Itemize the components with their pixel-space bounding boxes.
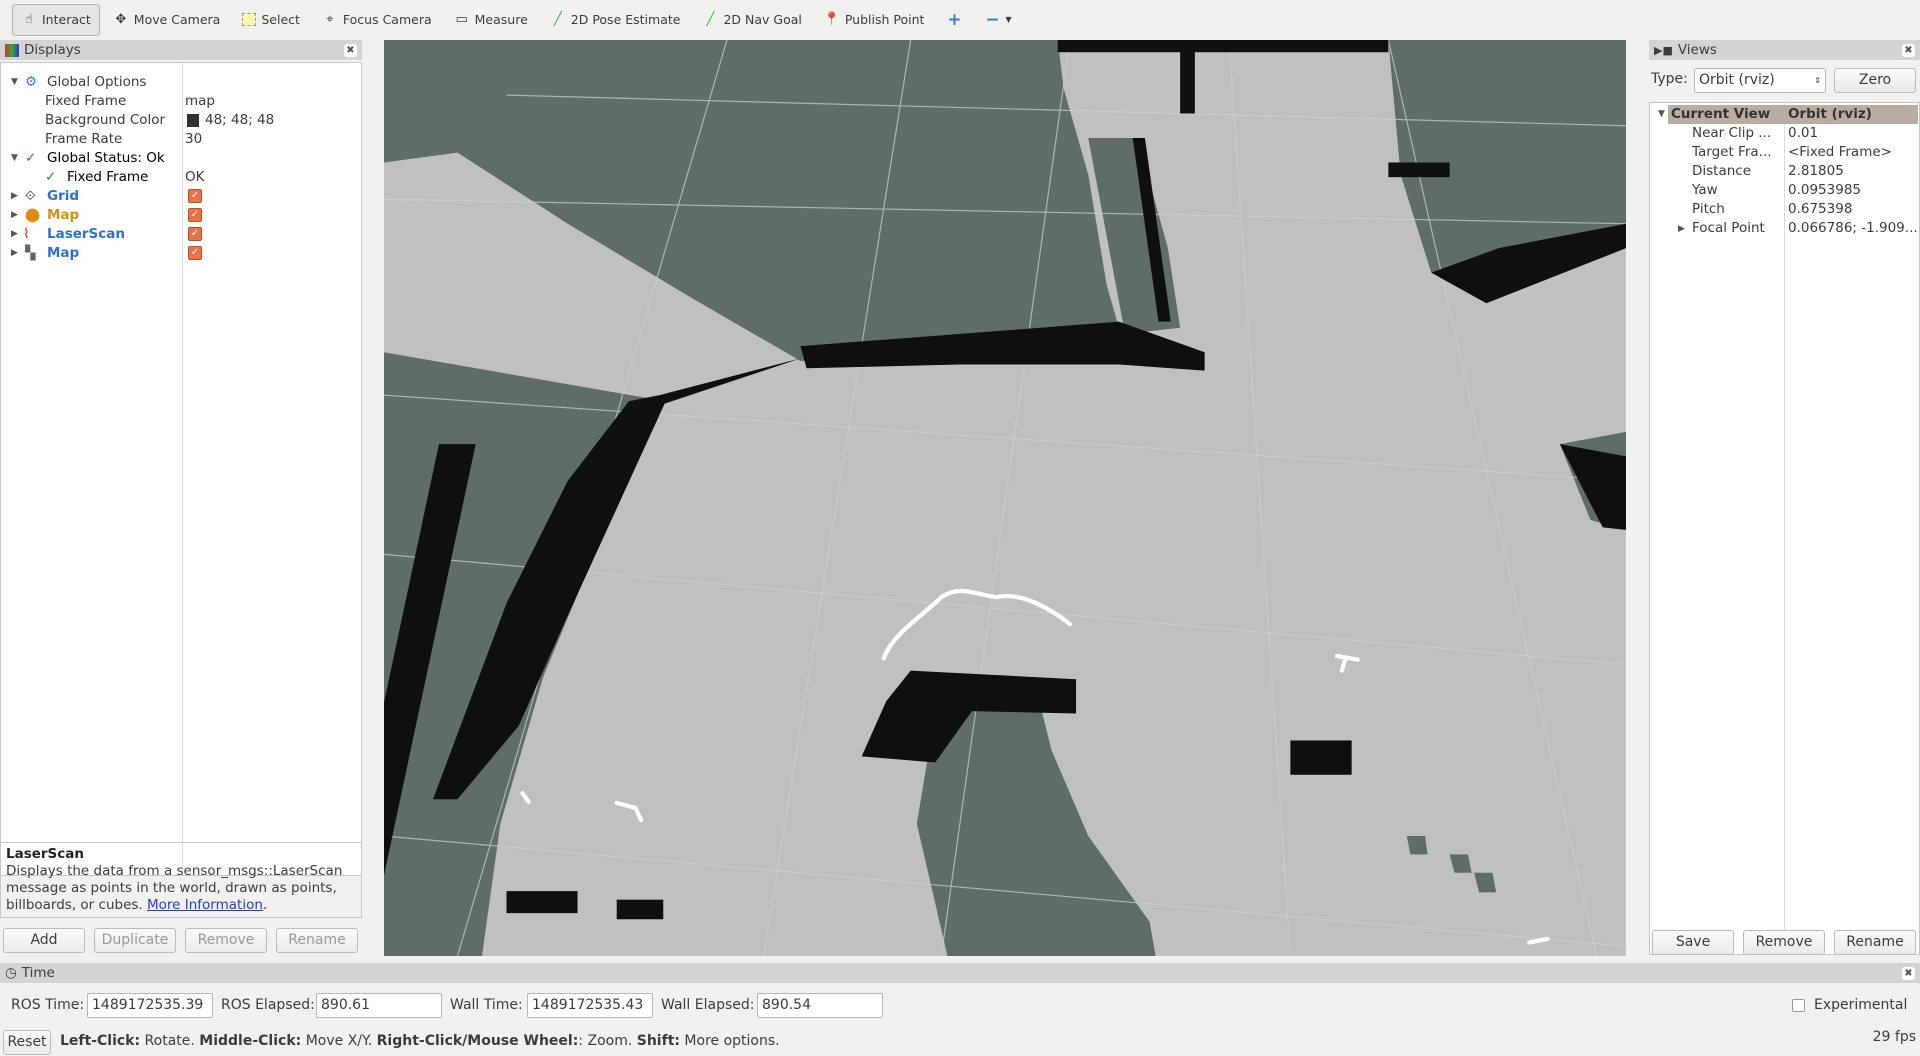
- select-icon: [242, 13, 257, 26]
- duplicate-button[interactable]: Duplicate: [94, 928, 176, 953]
- tree-row-status-fixed-frame[interactable]: ✓ Fixed Frame OK: [1, 168, 361, 187]
- add-button[interactable]: Add: [3, 928, 85, 953]
- fps-counter: 29 fps: [1872, 1029, 1916, 1045]
- remove-button[interactable]: Remove: [185, 928, 267, 953]
- ros-elapsed-field[interactable]: 890.61: [316, 993, 442, 1018]
- map-icon: ▚: [25, 245, 36, 261]
- tree-row-frame-rate[interactable]: Frame Rate 30: [1, 130, 361, 149]
- displays-panel: Displays ✖ ▼ ⚙ Global Options Fixed Frame ma…: [0, 40, 362, 876]
- view-row-yaw[interactable]: Yaw 0.0953985: [1650, 181, 1920, 200]
- close-icon[interactable]: ✖: [1902, 966, 1915, 980]
- tool-move-camera[interactable]: ✥ Move Camera: [104, 4, 230, 36]
- view-row-focal-point[interactable]: ▶ Focal Point 0.066786; -1.909...: [1650, 219, 1920, 238]
- grid-icon: ⟐: [25, 188, 36, 204]
- 3d-viewport[interactable]: ◀: [384, 40, 1626, 956]
- tool-interact[interactable]: ☝ Interact: [12, 3, 100, 36]
- enabled-checkbox[interactable]: ✓: [188, 246, 202, 260]
- enabled-checkbox[interactable]: ✓: [188, 208, 202, 222]
- crosshair-icon: ⌖: [326, 11, 334, 27]
- tool-focus-camera[interactable]: ⌖ Focus Camera: [313, 4, 441, 36]
- tree-row-grid[interactable]: ▶ ⟐ Grid ✓: [1, 187, 361, 206]
- map-render: [384, 40, 1626, 956]
- spinner-icon: ⇕: [1814, 76, 1821, 85]
- remove-tool-button[interactable]: − ▼: [975, 4, 1020, 36]
- save-view-button[interactable]: Save: [1652, 930, 1734, 955]
- tool-2d-nav-goal[interactable]: ╱ 2D Nav Goal: [693, 4, 810, 36]
- displays-header: Displays ✖: [0, 40, 362, 60]
- tree-row-global-options[interactable]: ▼ ⚙ Global Options: [1, 73, 361, 92]
- ros-time-field[interactable]: 1489172535.39: [87, 993, 213, 1018]
- minus-icon: −: [985, 9, 1000, 30]
- view-row-distance[interactable]: Distance 2.81805: [1650, 162, 1920, 181]
- views-panel: ▶■ Views ✖ Type: Orbit (rviz) ⇕ Zero Curren…: [1649, 40, 1920, 955]
- display-description: LaserScan Displays the data from a senso…: [0, 842, 362, 918]
- close-icon[interactable]: ✖: [1902, 43, 1915, 57]
- monitor-icon: [5, 43, 19, 57]
- help-text: Left-Click: Rotate. Middle-Click: Move X…: [60, 1033, 780, 1049]
- rename-button[interactable]: Rename: [276, 928, 358, 953]
- gear-icon: ⚙: [25, 74, 38, 90]
- status-bar: Reset Left-Click: Rotate. Middle-Click: …: [0, 1028, 1920, 1056]
- view-type-select[interactable]: Orbit (rviz) ⇕: [1694, 68, 1826, 93]
- reset-button[interactable]: Reset: [3, 1030, 51, 1055]
- toolbar: ☝ Interact ✥ Move Camera Select ⌖ Focus Cam…: [0, 0, 1920, 39]
- green-arrow-icon: ╱: [706, 11, 715, 27]
- chevron-down-icon: ▼: [1005, 15, 1012, 24]
- wall-elapsed-field[interactable]: 890.54: [757, 993, 883, 1018]
- remove-view-button[interactable]: Remove: [1743, 930, 1825, 955]
- rename-view-button[interactable]: Rename: [1834, 930, 1916, 955]
- camera-icon: ▶■: [1654, 43, 1673, 57]
- tree-row-map[interactable]: ▶ ▚ Map ✓: [1, 244, 361, 263]
- time-panel: ◷ Time ✖ ROS Time: 1489172535.39 ROS Elaps…: [0, 963, 1920, 1025]
- tree-row-laserscan[interactable]: ▶ ⌇ LaserScan ✓: [1, 225, 361, 244]
- tool-publish-point[interactable]: 📍 Publish Point: [815, 4, 934, 36]
- views-tree: Current View Orbit (rviz) ▼ Near Clip ...…: [1649, 102, 1920, 955]
- views-header: ▶■ Views ✖: [1649, 40, 1920, 60]
- close-icon[interactable]: ✖: [344, 43, 357, 57]
- enabled-checkbox[interactable]: ✓: [188, 227, 202, 241]
- warning-icon: ⬤: [25, 207, 41, 223]
- tree-row-map-warning[interactable]: ▶ ⬤ Map ✓: [1, 206, 361, 225]
- enabled-checkbox[interactable]: ✓: [188, 189, 202, 203]
- current-view-row[interactable]: Current View Orbit (rviz): [1668, 105, 1918, 124]
- color-swatch: [187, 114, 199, 127]
- clock-icon: ◷: [5, 965, 17, 981]
- tool-select[interactable]: Select: [233, 4, 309, 36]
- ruler-icon: ▭: [455, 11, 468, 27]
- displays-tree: ▼ ⚙ Global Options Fixed Frame map Backgrou…: [0, 62, 362, 876]
- more-information-link[interactable]: More Information: [147, 897, 263, 913]
- tool-measure[interactable]: ▭ Measure: [445, 4, 537, 36]
- experimental-checkbox[interactable]: [1792, 999, 1805, 1012]
- tree-row-background-color[interactable]: Background Color 48; 48; 48: [1, 111, 361, 130]
- tree-row-global-status[interactable]: ▼ ✓ Global Status: Ok: [1, 149, 361, 168]
- move-icon: ✥: [115, 11, 127, 27]
- view-row-near-clip[interactable]: Near Clip ... 0.01: [1650, 124, 1920, 143]
- tree-row-fixed-frame[interactable]: Fixed Frame map: [1, 92, 361, 111]
- wall-time-field[interactable]: 1489172535.43: [527, 993, 653, 1018]
- view-row-pitch[interactable]: Pitch 0.675398: [1650, 200, 1920, 219]
- add-tool-button[interactable]: +: [937, 4, 971, 36]
- map-pin-icon: 📍: [823, 11, 841, 27]
- hand-icon: ☝: [25, 11, 33, 27]
- zero-button[interactable]: Zero: [1834, 68, 1916, 93]
- laserscan-icon: ⌇: [23, 226, 30, 242]
- view-row-target-frame[interactable]: Target Fra... <Fixed Frame>: [1650, 143, 1920, 162]
- green-arrow-icon: ╱: [553, 11, 562, 27]
- check-icon: ✓: [45, 169, 57, 185]
- tool-2d-pose-estimate[interactable]: ╱ 2D Pose Estimate: [541, 4, 690, 36]
- time-header: ◷ Time ✖: [0, 963, 1920, 983]
- plus-icon: +: [947, 9, 962, 30]
- check-icon: ✓: [25, 150, 37, 166]
